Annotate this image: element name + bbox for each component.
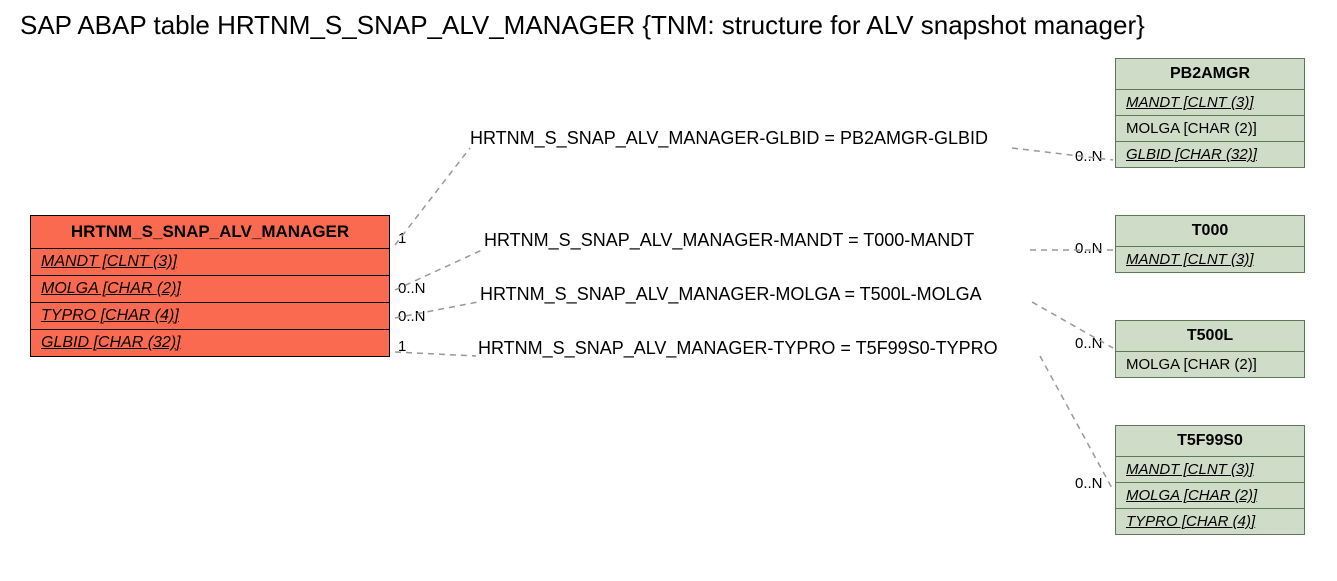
entity-pb2amgr-field: GLBID [CHAR (32)]	[1116, 142, 1304, 167]
entity-main: HRTNM_S_SNAP_ALV_MANAGER MANDT [CLNT (3)…	[30, 215, 390, 357]
relation-mandt: HRTNM_S_SNAP_ALV_MANAGER-MANDT = T000-MA…	[484, 230, 974, 251]
card-right-2: 0..N	[1075, 240, 1103, 257]
entity-t5f99s0-field: MOLGA [CHAR (2)]	[1116, 483, 1304, 509]
entity-t500l: T500L MOLGA [CHAR (2)]	[1115, 320, 1305, 378]
entity-t5f99s0-field: MANDT [CLNT (3)]	[1116, 457, 1304, 483]
entity-pb2amgr-field: MANDT [CLNT (3)]	[1116, 90, 1304, 116]
diagram-title: SAP ABAP table HRTNM_S_SNAP_ALV_MANAGER …	[20, 10, 1145, 41]
entity-main-field: GLBID [CHAR (32)]	[31, 330, 389, 356]
card-left-3: 0..N	[398, 308, 426, 325]
entity-t500l-field: MOLGA [CHAR (2)]	[1116, 352, 1304, 377]
card-right-3: 0..N	[1075, 335, 1103, 352]
entity-pb2amgr-header: PB2AMGR	[1116, 59, 1304, 90]
card-right-4: 0..N	[1075, 475, 1103, 492]
card-left-4: 1	[398, 338, 406, 355]
card-left-2: 0..N	[398, 280, 426, 297]
entity-t000-header: T000	[1116, 216, 1304, 247]
entity-pb2amgr: PB2AMGR MANDT [CLNT (3)] MOLGA [CHAR (2)…	[1115, 58, 1305, 168]
card-right-1: 0..N	[1075, 148, 1103, 165]
entity-main-field: MANDT [CLNT (3)]	[31, 249, 389, 276]
entity-t000: T000 MANDT [CLNT (3)]	[1115, 215, 1305, 273]
relation-molga: HRTNM_S_SNAP_ALV_MANAGER-MOLGA = T500L-M…	[480, 284, 982, 305]
entity-t500l-header: T500L	[1116, 321, 1304, 352]
entity-t5f99s0: T5F99S0 MANDT [CLNT (3)] MOLGA [CHAR (2)…	[1115, 425, 1305, 535]
entity-t000-field: MANDT [CLNT (3)]	[1116, 247, 1304, 272]
entity-t5f99s0-field: TYPRO [CHAR (4)]	[1116, 509, 1304, 534]
entity-main-field: TYPRO [CHAR (4)]	[31, 303, 389, 330]
relation-glbid: HRTNM_S_SNAP_ALV_MANAGER-GLBID = PB2AMGR…	[470, 128, 988, 149]
relation-typro: HRTNM_S_SNAP_ALV_MANAGER-TYPRO = T5F99S0…	[478, 338, 998, 359]
entity-main-field: MOLGA [CHAR (2)]	[31, 276, 389, 303]
card-left-1: 1	[398, 230, 406, 247]
entity-main-header: HRTNM_S_SNAP_ALV_MANAGER	[31, 216, 389, 249]
entity-pb2amgr-field: MOLGA [CHAR (2)]	[1116, 116, 1304, 142]
entity-t5f99s0-header: T5F99S0	[1116, 426, 1304, 457]
